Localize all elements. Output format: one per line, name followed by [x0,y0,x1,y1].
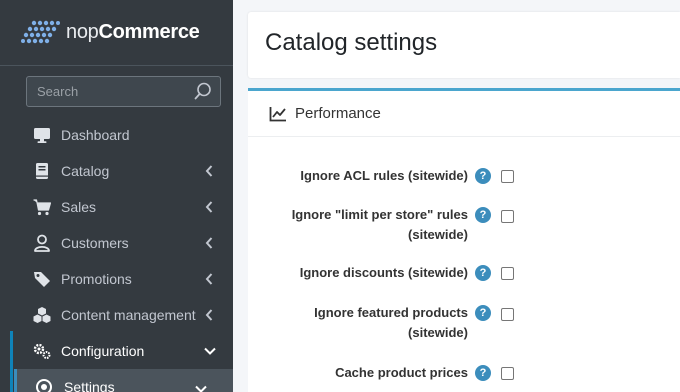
brand-name-part2: Commerce [98,21,200,43]
search-icon[interactable] [194,82,212,100]
sidebar-item-label: Customers [61,235,129,251]
user-icon [34,234,50,252]
setting-label-line2: (sitewide) [408,325,468,340]
sidebar-item-settings[interactable]: Settings [14,369,233,392]
setting-label: Ignore ACL rules (sitewide) [300,166,468,186]
chevron-left-icon [205,273,213,285]
cubes-icon [33,307,51,323]
desktop-icon [34,128,50,143]
sidebar-item-label: Configuration [61,343,145,359]
setting-label-line1: Cache product prices [335,365,468,380]
chevron-down-icon [204,347,216,355]
help-icon[interactable]: ? [475,207,491,223]
sidebar-nav: Dashboard Catalog Sales Customers Promot… [0,117,233,392]
ignore-discounts-checkbox[interactable] [501,267,514,280]
help-icon[interactable]: ? [475,168,491,184]
dot-circle-icon [36,379,52,392]
gears-icon [33,343,51,359]
chevron-left-icon [205,165,213,177]
sidebar-item-label: Catalog [61,163,110,179]
sidebar-item-promotions[interactable]: Promotions [0,261,233,297]
help-icon[interactable]: ? [475,305,491,321]
setting-label: Cache product prices [335,363,468,383]
sidebar-item-label: Settings [64,379,115,392]
sidebar-item-label: Sales [61,199,97,215]
performance-card: Performance Ignore ACL rules (sitewide) … [248,88,680,392]
setting-label-line1: Ignore ACL rules (sitewide) [300,168,468,183]
card-title: Performance [295,105,381,122]
active-section-indicator [10,331,13,392]
sidebar-item-label: Promotions [61,271,132,287]
chevron-down-icon [195,385,207,392]
cache-prices-checkbox[interactable] [501,367,514,380]
nopcommerce-logo-icon [21,20,60,43]
card-header[interactable]: Performance [248,91,680,137]
shopping-cart-icon [33,199,51,216]
setting-label: Ignore featured products (sitewide) [314,303,468,343]
setting-label-line1: Ignore discounts (sitewide) [299,265,468,280]
sidebar: nopCommerce Dashboard Catalog [0,0,233,392]
sidebar-item-sales[interactable]: Sales [0,189,233,225]
search-input[interactable] [27,77,187,106]
book-icon [36,163,48,179]
line-chart-icon [269,106,286,121]
sidebar-item-label: Dashboard [61,127,130,143]
ignore-store-limit-checkbox[interactable] [501,210,514,223]
chevron-left-icon [205,237,213,249]
ignore-acl-checkbox[interactable] [501,170,514,183]
chevron-left-icon [205,309,213,321]
brand-name-part1: nop [66,21,99,43]
brand-logo[interactable]: nopCommerce [0,0,233,66]
sidebar-item-dashboard[interactable]: Dashboard [0,117,233,153]
sidebar-item-content-management[interactable]: Content management [0,297,233,333]
page-title: Catalog settings [265,29,438,56]
sidebar-item-catalog[interactable]: Catalog [0,153,233,189]
sidebar-item-customers[interactable]: Customers [0,225,233,261]
sidebar-search [26,76,221,107]
help-icon[interactable]: ? [475,265,491,281]
page-header: Catalog settings [248,12,680,78]
setting-label: Ignore discounts (sitewide) [300,263,468,283]
main-content: Catalog settings Performance Ignore ACL … [233,0,680,392]
brand-name: nopCommerce [66,21,200,44]
help-icon[interactable]: ? [475,365,491,381]
sidebar-item-label: Content management [61,307,196,323]
tag-icon [34,272,50,287]
setting-label-line2: (sitewide) [408,227,468,242]
setting-label-line1: Ignore "limit per store" rules [291,207,468,222]
chevron-left-icon [205,201,213,213]
setting-label: Ignore "limit per store" rules (sitewide… [292,205,468,245]
sidebar-item-configuration[interactable]: Configuration [0,333,233,369]
setting-label-line1: Ignore featured products [314,305,468,320]
ignore-featured-checkbox[interactable] [501,308,514,321]
